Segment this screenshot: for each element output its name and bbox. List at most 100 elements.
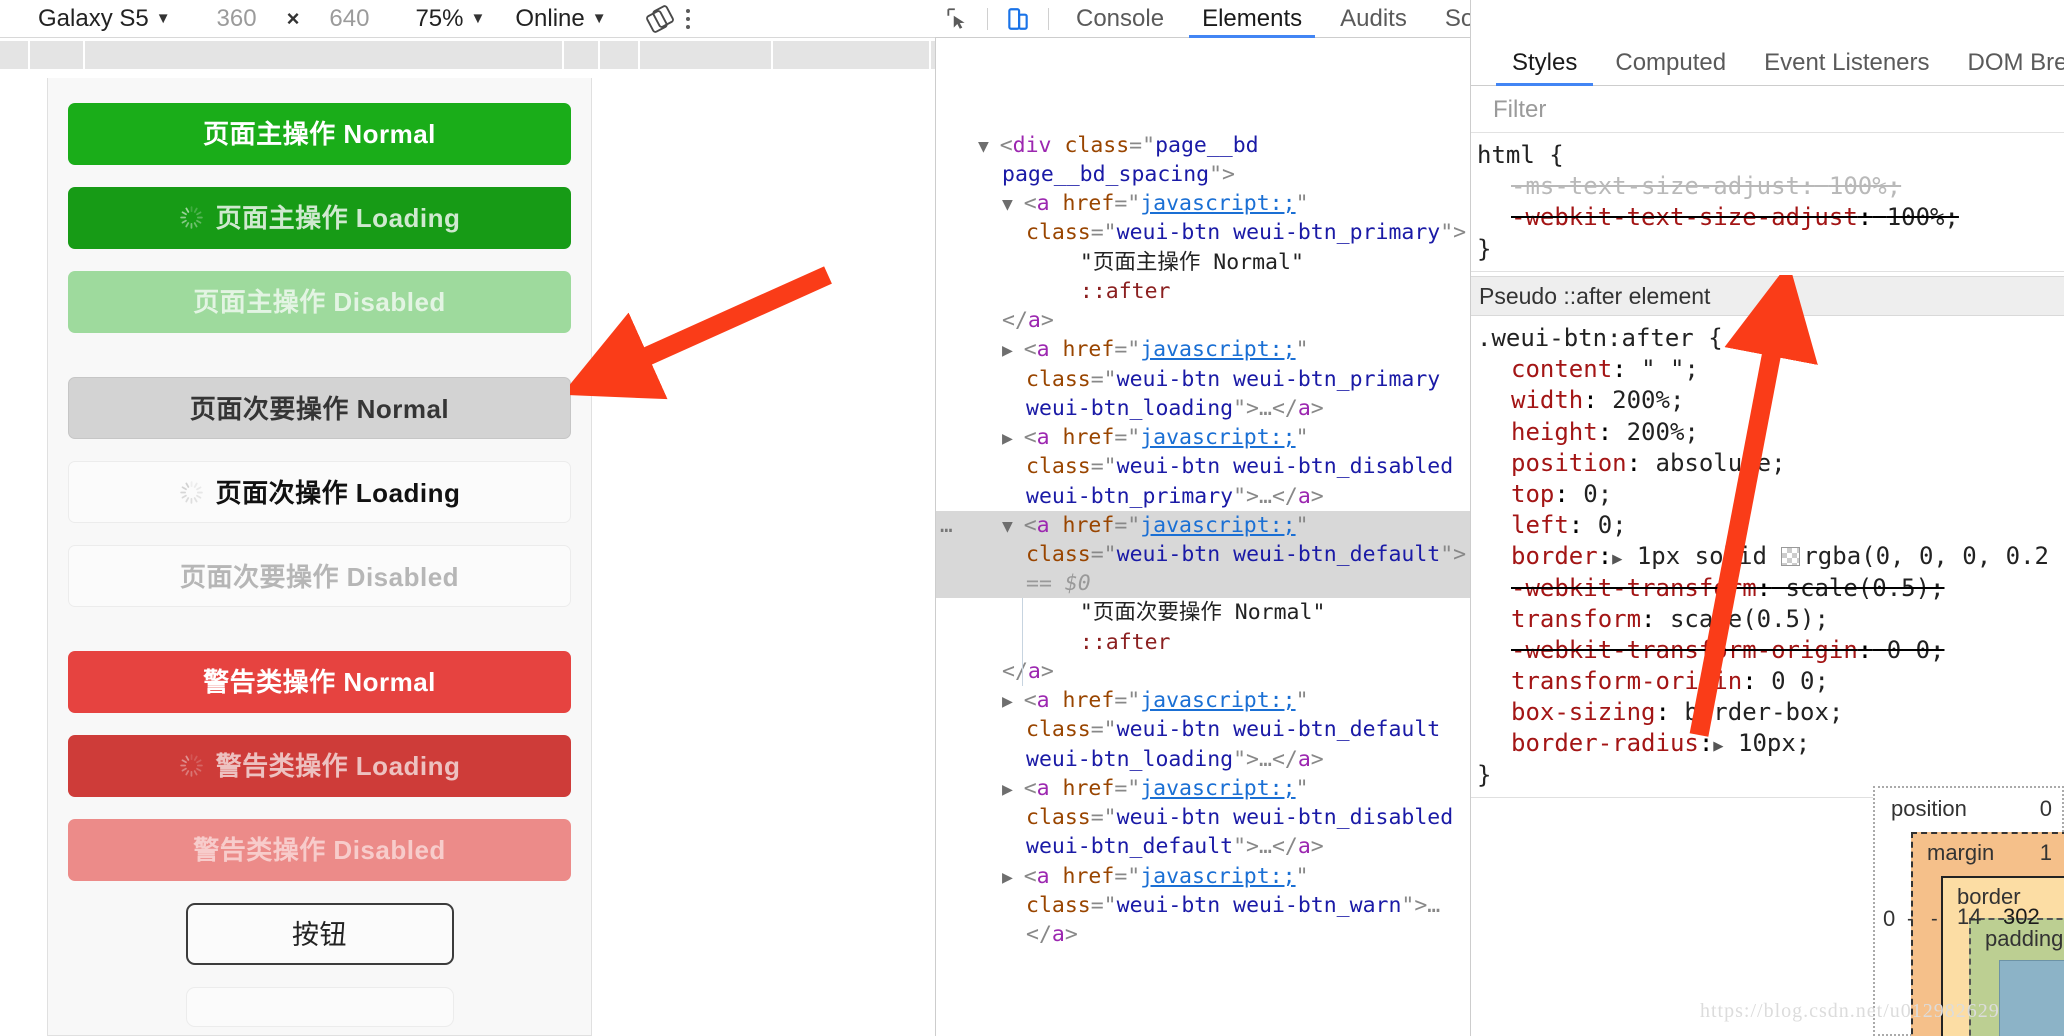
css-property-name[interactable]: -webkit-transform-origin (1511, 636, 1858, 664)
weui-button-primary[interactable]: 页面主操作 Normal (68, 103, 571, 165)
css-declaration[interactable]: position: absolute; (1477, 448, 2064, 479)
dom-token-link[interactable]: javascript:; (1140, 864, 1295, 889)
dom-node[interactable]: "页面主操作 Normal" (936, 248, 1470, 277)
css-property-value[interactable]: 0 0; (1887, 636, 1945, 664)
chevron-right-icon[interactable]: ▶ (1612, 549, 1622, 569)
rotate-device-icon[interactable] (643, 2, 677, 36)
css-declaration[interactable]: -ms-text-size-adjust: 100%; (1477, 171, 2064, 202)
chevron-down-icon[interactable]: ▼ (1002, 516, 1024, 537)
css-property-value[interactable]: rgba(0, 0, 0, 0.2 (1803, 542, 2049, 570)
elements-dom-tree[interactable]: ▼ <div class="page__bd page__bd_spacing"… (936, 39, 1470, 1036)
dom-node[interactable]: ▼ <div class="page__bd page__bd_spacing"… (936, 131, 1470, 189)
chevron-right-icon[interactable]: ▶ (1002, 428, 1024, 449)
weui-button-primary-load[interactable]: 页面主操作 Loading (68, 187, 571, 249)
styles-filter-input[interactable]: Filter (1493, 96, 1546, 124)
dom-node[interactable]: ::after (936, 627, 1470, 657)
styles-tab-styles[interactable]: Styles (1493, 39, 1596, 86)
css-declaration[interactable]: border-radius:▶ 10px; (1477, 728, 2064, 759)
css-declaration[interactable]: -webkit-text-size-adjust: 100%; (1477, 202, 2064, 233)
weui-mini-button-secondary[interactable] (185, 987, 454, 1027)
css-property-name[interactable]: left (1511, 511, 1569, 539)
css-property-value[interactable]: absolute; (1656, 449, 1786, 477)
dom-node[interactable]: </a> (936, 656, 1470, 687)
css-declaration[interactable]: -webkit-transform-origin: 0 0; (1477, 635, 2064, 666)
more-options-icon[interactable] (673, 2, 703, 36)
weui-button-warn[interactable]: 警告类操作 Normal (68, 651, 571, 713)
weui-button-default-dis[interactable]: 页面次要操作 Disabled (68, 545, 571, 607)
css-property-value[interactable]: 10px; (1738, 729, 1810, 757)
css-selector[interactable]: .weui-btn:after { (1477, 323, 2064, 354)
weui-button-default-load[interactable]: 页面次操作 Loading (68, 461, 571, 523)
device-viewport[interactable]: 页面主操作 Normal 页面主操作 Loading 页面主操作 Disabled 页… (47, 78, 592, 1036)
chevron-down-icon[interactable]: ▼ (978, 136, 1000, 157)
css-property-value[interactable]: scale(0.5); (1670, 605, 1829, 633)
css-property-name[interactable]: width (1511, 386, 1583, 414)
dom-node[interactable]: ▶ <a href="javascript:;" class="weui-btn… (936, 774, 1470, 862)
inspect-element-icon[interactable] (935, 0, 979, 38)
dom-token-link[interactable]: javascript:; (1140, 776, 1295, 801)
css-rule-weui-btn-after[interactable]: .weui-btn:after {content: " "; width: 200… (1471, 317, 2064, 798)
dom-token-link[interactable]: javascript:; (1140, 425, 1295, 450)
devtools-tab-elements[interactable]: Elements (1183, 0, 1321, 38)
dom-node-selected[interactable]: … ▼ <a href="javascript:;" class="weui-bt… (936, 510, 1470, 599)
chevron-right-icon[interactable]: ▶ (1713, 736, 1723, 756)
css-property-value[interactable]: 200%; (1612, 386, 1684, 414)
css-property-name[interactable]: -webkit-transform (1511, 574, 1757, 602)
css-declaration[interactable]: left: 0; (1477, 510, 2064, 541)
css-declaration[interactable]: content: " "; (1477, 354, 2064, 385)
dom-token-link[interactable]: javascript:; (1140, 337, 1295, 362)
styles-tab-event-listeners[interactable]: Event Listeners (1745, 39, 1948, 86)
dom-node[interactable]: </a> (936, 306, 1470, 335)
weui-button-warn-load[interactable]: 警告类操作 Loading (68, 735, 571, 797)
css-property-name[interactable]: transform (1511, 605, 1641, 633)
throttling-selector[interactable]: Online ▼ (515, 5, 606, 33)
viewport-height-input[interactable]: 640 (313, 5, 385, 33)
chevron-down-icon[interactable]: ▼ (1002, 194, 1024, 215)
styles-filter-row[interactable]: Filter (1471, 87, 2064, 133)
dom-node[interactable]: ▶ <a href="javascript:;" class="weui-btn… (936, 335, 1470, 423)
dom-token-link[interactable]: javascript:; (1140, 191, 1295, 216)
css-property-value[interactable]: 200%; (1627, 418, 1699, 446)
css-declaration[interactable]: height: 200%; (1477, 417, 2064, 448)
css-declaration[interactable]: transform-origin: 0 0; (1477, 666, 2064, 697)
dom-node[interactable]: ▶ <a href="javascript:;" class="weui-btn… (936, 862, 1470, 950)
css-property-value[interactable]: 0; (1583, 480, 1612, 508)
css-rule-html[interactable]: html {-ms-text-size-adjust: 100%; -webkit… (1471, 134, 2064, 272)
css-property-value[interactable]: " "; (1641, 355, 1699, 383)
chevron-right-icon[interactable]: ▶ (1002, 867, 1024, 888)
dom-node[interactable]: ▼ <a href="javascript:;" class="weui-btn… (936, 189, 1470, 247)
chevron-right-icon[interactable]: ▶ (1002, 340, 1024, 361)
dom-node[interactable]: ::after (936, 277, 1470, 306)
chevron-right-icon[interactable]: ▶ (1002, 691, 1024, 712)
css-property-name[interactable]: top (1511, 480, 1554, 508)
css-property-name[interactable]: transform-origin (1511, 667, 1742, 695)
css-property-value[interactable]: 100%; (1887, 203, 1959, 231)
css-property-name[interactable]: height (1511, 418, 1598, 446)
color-swatch-icon[interactable] (1781, 547, 1801, 567)
devtools-tab-audits[interactable]: Audits (1321, 0, 1426, 38)
css-property-name[interactable]: -webkit-text-size-adjust (1511, 203, 1858, 231)
devtools-tab-console[interactable]: Console (1057, 0, 1183, 38)
css-property-value[interactable]: 0 0; (1771, 667, 1829, 695)
dom-node[interactable]: ▶ <a href="javascript:;" class="weui-btn… (936, 423, 1470, 511)
viewport-width-input[interactable]: 360 (201, 5, 273, 33)
css-property-name[interactable]: box-sizing (1511, 698, 1656, 726)
css-declaration[interactable]: -webkit-transform: scale(0.5); (1477, 573, 2064, 604)
device-selector[interactable]: Galaxy S5 ▼ (38, 5, 171, 33)
css-property-name[interactable]: content (1511, 355, 1612, 383)
css-declaration[interactable]: box-sizing: border-box; (1477, 697, 2064, 728)
css-property-name[interactable]: -ms-text-size-adjust (1511, 172, 1800, 200)
weui-button-warn-dis[interactable]: 警告类操作 Disabled (68, 819, 571, 881)
css-selector[interactable]: html { (1477, 140, 2064, 171)
zoom-selector[interactable]: 75% ▼ (415, 5, 485, 33)
dom-token-link[interactable]: javascript:; (1140, 688, 1295, 713)
chevron-right-icon[interactable]: ▶ (1002, 779, 1024, 800)
styles-tab-dom-brea[interactable]: DOM Brea (1949, 39, 2064, 86)
css-declaration[interactable]: top: 0; (1477, 479, 2064, 510)
css-property-value[interactable]: 100%; (1829, 172, 1901, 200)
dom-node[interactable]: "页面次要操作 Normal" (936, 598, 1470, 628)
css-property-value[interactable]: border-box; (1684, 698, 1843, 726)
css-property-value[interactable]: 1px solid (1637, 542, 1782, 570)
css-property-value[interactable]: scale(0.5); (1786, 574, 1945, 602)
styles-tab-computed[interactable]: Computed (1596, 39, 1745, 86)
